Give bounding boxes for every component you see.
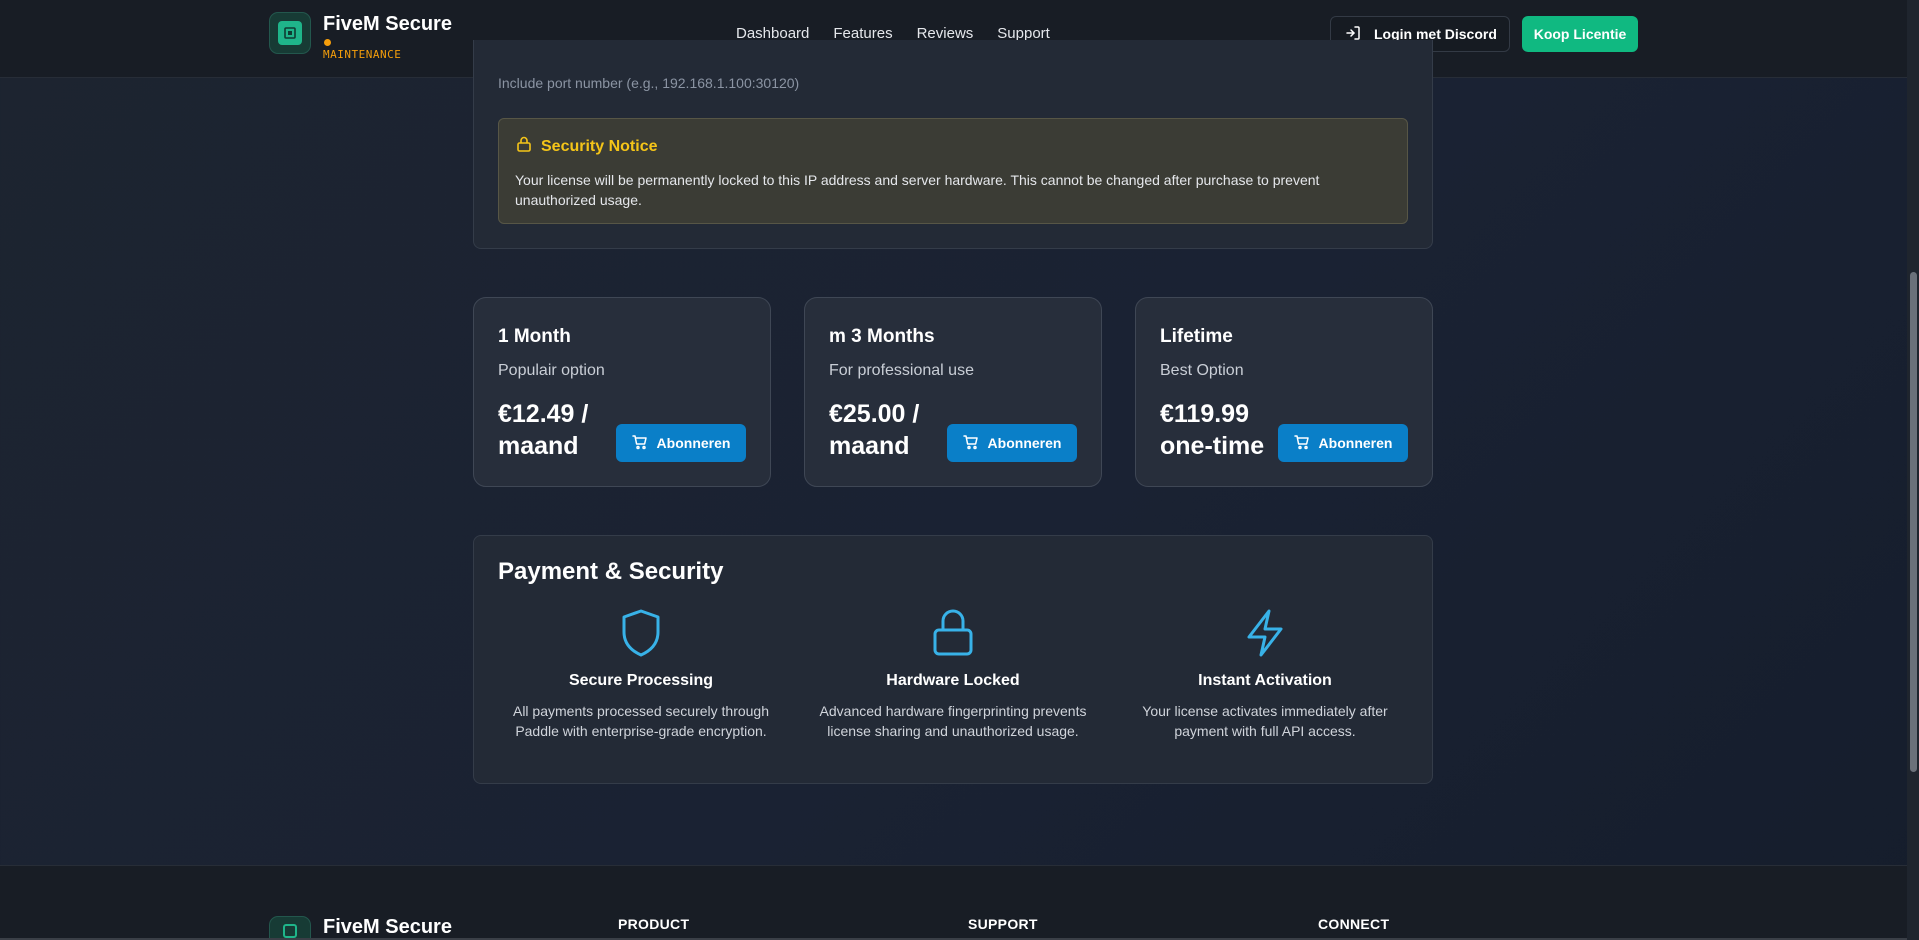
plan-name: Lifetime (1160, 326, 1233, 347)
plan-subtitle: Populair option (498, 362, 605, 379)
status-label: MAINTENANCE (323, 48, 402, 61)
feature-secure-processing: Secure Processing All payments processed… (496, 608, 786, 741)
plan-name: 1 Month (498, 326, 571, 347)
footer-heading-product: PRODUCT (618, 916, 690, 932)
lightning-icon (1120, 608, 1410, 662)
payment-security-card: Payment & Security Secure Processing All… (473, 535, 1433, 784)
subscribe-button[interactable]: Abonneren (616, 424, 746, 462)
footer-heading-support: SUPPORT (968, 916, 1038, 932)
subscribe-label: Abonneren (1318, 435, 1393, 451)
feature-hardware-locked: Hardware Locked Advanced hardware finger… (808, 608, 1098, 741)
feature-desc: Advanced hardware fingerprinting prevent… (819, 703, 1087, 739)
feature-title: Hardware Locked (886, 672, 1020, 689)
status-dot-icon (324, 39, 331, 46)
brand-name: FiveM Secure (323, 13, 452, 35)
scrollbar-thumb[interactable] (1910, 272, 1917, 772)
plan-price: €25.00 / maand (829, 400, 920, 460)
logo-icon (269, 12, 311, 54)
subscribe-label: Abonneren (656, 435, 731, 451)
plan-subtitle: For professional use (829, 362, 974, 379)
plan-subtitle: Best Option (1160, 362, 1244, 379)
cart-icon (631, 434, 648, 453)
subscribe-button[interactable]: Abonneren (1278, 424, 1408, 462)
notice-title: Security Notice (541, 137, 658, 155)
plan-price: €119.99 one-time (1160, 400, 1265, 460)
feature-desc: Your license activates immediately after… (1142, 703, 1388, 739)
cart-icon (962, 434, 979, 453)
feature-desc: All payments processed securely through … (512, 703, 770, 739)
lock-icon (515, 135, 533, 158)
footer: FiveM Secure PRODUCT SUPPORT CONNECT (0, 865, 1907, 940)
feature-instant-activation: Instant Activation Your license activate… (1120, 608, 1410, 741)
footer-heading-connect: CONNECT (1318, 916, 1390, 932)
lock-icon (808, 608, 1098, 662)
section-title: Payment & Security (498, 558, 724, 585)
feature-title: Instant Activation (1198, 672, 1332, 689)
buy-license-button[interactable]: Koop Licentie (1522, 16, 1638, 52)
plan-card-lifetime: Lifetime Best Option €119.99 one-time Ab… (1135, 297, 1433, 487)
footer-brand-name: FiveM Secure (323, 916, 452, 938)
brand[interactable]: FiveM Secure MAINTENANCE (269, 12, 452, 61)
vertical-scrollbar[interactable] (1907, 0, 1919, 940)
plan-card-3-months: m 3 Months For professional use €25.00 /… (804, 297, 1102, 487)
plan-price: €12.49 / maand (498, 400, 589, 460)
subscribe-button[interactable]: Abonneren (947, 424, 1077, 462)
security-notice: Security Notice Your license will be per… (498, 118, 1408, 224)
plan-name: m 3 Months (829, 326, 935, 347)
footer-logo-icon (269, 916, 311, 940)
plan-card-1-month: 1 Month Populair option €12.49 / maand A… (473, 297, 771, 487)
port-hint: Include port number (e.g., 192.168.1.100… (498, 75, 800, 91)
ip-config-card: Include port number (e.g., 192.168.1.100… (473, 40, 1433, 249)
cart-icon (1293, 434, 1310, 453)
feature-title: Secure Processing (568, 672, 714, 689)
subscribe-label: Abonneren (987, 435, 1062, 451)
notice-text: Your license will be permanently locked … (515, 172, 1320, 208)
shield-icon (496, 608, 786, 662)
